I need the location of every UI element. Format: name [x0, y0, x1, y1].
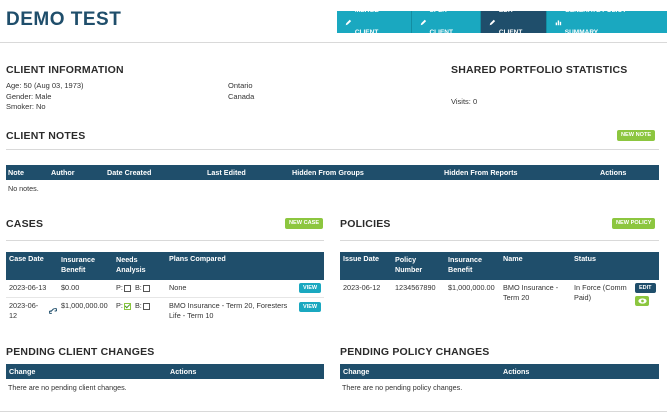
- col-insurance-benefit: Insurance Benefit: [448, 255, 482, 274]
- generate-policy-summary-label: GENERATE POLICY SUMMARY: [564, 7, 627, 36]
- eye-icon: [637, 298, 647, 304]
- client-info-details: Age: 50 (Aug 03, 1973) Gender: Male Smok…: [6, 81, 84, 113]
- policies-divider: [340, 240, 659, 241]
- client-province: Ontario: [228, 81, 253, 90]
- client-age: Age: 50 (Aug 03, 1973): [6, 81, 84, 90]
- col-note: Note: [8, 168, 24, 177]
- col-plans-compared: Plans Compared: [169, 254, 226, 263]
- col-actions: Actions: [503, 367, 530, 376]
- b-label: B:: [134, 301, 142, 310]
- col-hidden-from-reports: Hidden From Reports: [444, 168, 518, 177]
- policy-number: 1234567890: [395, 283, 436, 292]
- b-checkbox: [142, 284, 150, 292]
- pending-policy-empty-message: There are no pending policy changes.: [342, 383, 463, 392]
- page-title: DEMO TEST: [6, 9, 122, 30]
- policy-name: BMO Insurance - Term 20: [503, 283, 559, 302]
- col-status: Status: [574, 254, 596, 263]
- split-client-button[interactable]: SPLIT CLIENT: [411, 7, 482, 36]
- col-needs-analysis: Needs Analysis: [116, 255, 146, 274]
- case-date: 2023-06-13: [9, 283, 47, 292]
- b-label: B:: [134, 283, 142, 292]
- new-policy-button[interactable]: NEW POLICY: [612, 218, 656, 229]
- col-author: Author: [51, 168, 75, 177]
- policy-issue-date: 2023-06-12: [343, 283, 381, 292]
- case-benefit: $1,000,000.00: [61, 301, 108, 310]
- pencil-icon: [489, 19, 496, 25]
- p-checkbox: [123, 284, 131, 292]
- col-change: Change: [343, 367, 370, 376]
- edit-policy-button[interactable]: EDIT: [635, 283, 656, 293]
- case-needs-analysis: P: B:: [116, 283, 152, 293]
- p-checkbox-checked: [123, 302, 131, 310]
- case-date: 2023-06-12: [9, 301, 39, 320]
- notes-divider: [6, 149, 659, 150]
- new-case-button[interactable]: NEW CASE: [285, 218, 324, 229]
- pencil-icon: [420, 19, 426, 25]
- view-policy-button[interactable]: [635, 296, 649, 306]
- portfolio-visits: Visits: 0: [451, 97, 478, 106]
- shared-portfolio-title: SHARED PORTFOLIO STATISTICS: [451, 64, 628, 76]
- col-date-created: Date Created: [107, 168, 152, 177]
- pending-client-empty-message: There are no pending client changes.: [8, 383, 127, 392]
- cases-divider: [6, 240, 324, 241]
- col-actions: Actions: [170, 367, 197, 376]
- client-smoker: Smoker: No: [6, 102, 46, 111]
- p-label: P:: [116, 283, 123, 292]
- policies-table-header: Issue Date Policy Number Insurance Benef…: [340, 252, 659, 280]
- client-country: Canada: [228, 91, 255, 101]
- col-name: Name: [503, 254, 523, 263]
- case-plans: None: [169, 283, 187, 292]
- pending-policy-changes-title: PENDING POLICY CHANGES: [340, 346, 490, 358]
- notes-table-header: Note Author Date Created Last Edited Hid…: [6, 165, 659, 180]
- col-insurance-benefit: Insurance Benefit: [61, 255, 95, 274]
- view-case-button[interactable]: VIEW: [299, 283, 322, 293]
- notes-empty-message: No notes.: [8, 184, 39, 193]
- policy-benefit: $1,000,000.00: [448, 283, 495, 292]
- col-actions: Actions: [600, 168, 627, 177]
- pending-client-changes-title: PENDING CLIENT CHANGES: [6, 346, 155, 358]
- col-change: Change: [9, 367, 36, 376]
- merge-client-label: MERGE CLIENT: [354, 7, 379, 36]
- client-gender: Gender: Male: [6, 91, 52, 101]
- col-hidden-from-groups: Hidden From Groups: [292, 168, 364, 177]
- edit-client-button[interactable]: EDIT CLIENT: [481, 7, 547, 36]
- col-policy-number: Policy Number: [395, 255, 423, 274]
- merge-client-button[interactable]: MERGE CLIENT: [337, 7, 412, 36]
- new-note-button[interactable]: NEW NOTE: [617, 130, 656, 141]
- split-client-label: SPLIT CLIENT: [429, 7, 453, 36]
- table-row: 2023-06-12 1234567890 $1,000,000.00 BMO …: [340, 280, 659, 310]
- client-toolbar: MERGE CLIENT SPLIT CLIENT EDIT CLIENT GE…: [337, 7, 667, 36]
- footer-divider: [0, 411, 667, 412]
- pending-client-table-header: Change Actions: [6, 364, 324, 379]
- p-label: P:: [116, 301, 123, 310]
- header-divider: [0, 42, 667, 43]
- col-last-edited: Last Edited: [207, 168, 246, 177]
- case-benefit: $0.00: [61, 283, 80, 292]
- col-issue-date: Issue Date: [343, 254, 379, 263]
- view-case-button[interactable]: VIEW: [299, 302, 322, 312]
- client-information-title: CLIENT INFORMATION: [6, 64, 124, 76]
- pencil-icon: [345, 19, 352, 25]
- edit-client-label: EDIT CLIENT: [498, 7, 523, 36]
- policies-title: POLICIES: [340, 218, 391, 230]
- bar-chart-icon: [555, 19, 562, 25]
- case-plans: BMO Insurance - Term 20, Foresters Life …: [169, 301, 288, 320]
- b-checkbox: [142, 302, 150, 310]
- table-row: 2023-06-12 $1,000,000.00 P: B: BMO Insur…: [6, 298, 324, 324]
- cases-table-header: Case Date Insurance Benefit Needs Analys…: [6, 252, 324, 280]
- generate-policy-summary-button[interactable]: GENERATE POLICY SUMMARY: [546, 7, 667, 36]
- case-needs-analysis: P: B:: [116, 301, 152, 311]
- client-notes-title: CLIENT NOTES: [6, 130, 86, 142]
- pending-policy-table-header: Change Actions: [340, 364, 659, 379]
- policy-status: In Force (Comm Paid): [574, 283, 627, 302]
- col-case-date: Case Date: [9, 254, 44, 263]
- cases-title: CASES: [6, 218, 44, 230]
- table-row: 2023-06-13 $0.00 P: B: None VIEW: [6, 280, 324, 297]
- link-icon[interactable]: [49, 307, 57, 315]
- client-location: Ontario Canada: [228, 81, 254, 102]
